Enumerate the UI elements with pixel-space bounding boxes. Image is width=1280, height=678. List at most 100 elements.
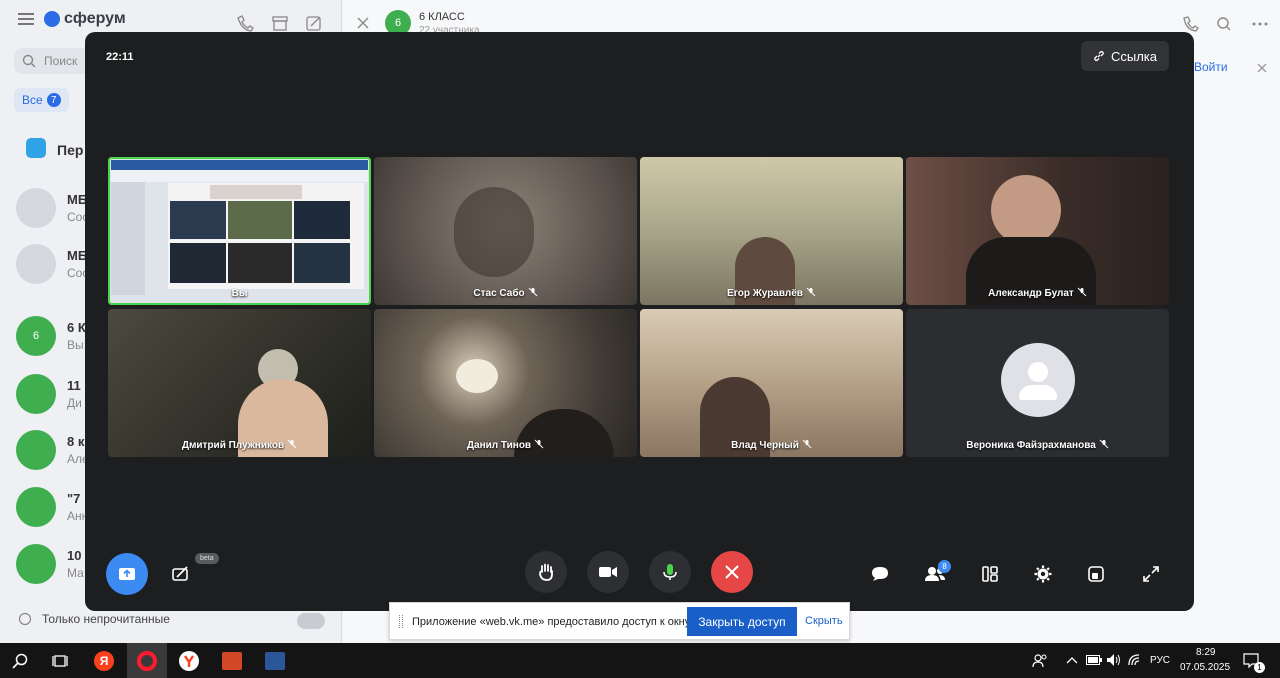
microphone-button[interactable] [649,551,691,593]
hand-icon [539,563,553,581]
yandex-browser-app[interactable] [169,643,209,678]
opera-app[interactable] [127,643,167,678]
participant-name: Егор Журавлёв [640,287,903,299]
participants-button[interactable] [914,553,956,595]
participant-tile-self[interactable]: Вы [108,157,371,305]
call-duration: 22:11 [106,51,134,63]
copy-link-button[interactable]: Ссылка [1080,41,1169,71]
shared-window-ribbon [111,170,368,182]
menu-icon[interactable] [18,13,34,25]
word-app[interactable] [255,643,295,678]
gear-icon [1034,565,1052,583]
archive-icon[interactable] [272,16,288,31]
end-call-button[interactable] [711,551,753,593]
link-icon [1094,50,1104,62]
word-icon [265,651,285,670]
clock-time[interactable]: 8:29 [1196,647,1215,658]
share-screen-icon [119,568,135,580]
chat-title: "7 [67,491,81,506]
yandex-browser-icon [179,650,199,671]
clock-date[interactable]: 07.05.2025 [1180,662,1230,673]
participant-tile[interactable]: Влад Черный [640,309,903,457]
chat-avatar [16,244,56,284]
copy-link-label: Ссылка [1110,48,1157,64]
close-icon [725,565,739,579]
layout-button[interactable] [969,553,1011,595]
chat-button[interactable] [859,553,901,595]
drag-handle[interactable] [399,615,403,628]
search-button[interactable] [0,643,40,678]
wifi-icon[interactable] [1127,653,1141,667]
call-window: 22:11 Ссылка Вы Стас Сабо Егор Журавлёв … [85,32,1194,611]
participant-name-text: Вероника Файзрахманова [966,440,1096,451]
pinned-folder-title[interactable]: Пер [57,142,83,158]
participant-name: Стас Сабо [374,287,637,299]
picture-in-picture-icon [1088,566,1104,582]
volume-icon[interactable] [1106,653,1122,667]
call-controls [85,551,1194,595]
participant-name: Данил Тинов [374,439,637,451]
beta-badge: beta [195,553,219,564]
battery-icon[interactable] [1086,655,1102,665]
yandex-app[interactable]: Я [84,643,124,678]
pinned-folder-icon [26,138,46,158]
slide-photo [170,201,226,239]
mic-off-icon [806,287,816,297]
chevron-up-icon[interactable] [1066,656,1078,664]
slide-photo [228,201,292,239]
chat-preview: Вы: [67,338,87,352]
participants-grid: Вы Стас Сабо Егор Журавлёв Александр Бул… [108,157,1170,459]
close-chat-icon[interactable] [357,17,369,29]
participant-tile[interactable]: Вероника Файзрахманова [906,309,1169,457]
participant-name-text: Влад Черный [731,440,799,451]
shared-slide-thumbnails [111,182,145,295]
participant-name: Влад Черный [640,439,903,451]
close-access-button[interactable]: Закрыть доступ [687,607,797,636]
shared-window-titlebar [111,160,368,170]
raise-hand-button[interactable] [525,551,567,593]
participant-tile[interactable]: Стас Сабо [374,157,637,305]
participant-video-face [991,175,1061,245]
slide-heading [210,185,302,199]
minimize-window-button[interactable] [1075,553,1117,595]
tab-all[interactable]: Все 7 [14,88,69,112]
chat-avatar [16,188,56,228]
search-icon[interactable] [1217,17,1231,31]
mic-off-icon [1099,439,1109,449]
microphone-icon [663,564,677,580]
call-icon[interactable] [1183,16,1199,32]
chat-bubble-icon [18,612,32,626]
participant-tile[interactable]: Дмитрий Плужников [108,309,371,457]
settings-button[interactable] [1022,553,1064,595]
fullscreen-button[interactable] [1130,553,1172,595]
chat-header-actions [1183,16,1268,32]
people-icon[interactable] [1032,653,1048,669]
only-unread-toggle[interactable] [297,613,325,629]
compose-icon[interactable] [306,16,321,31]
fullscreen-icon [1143,566,1159,582]
hide-button[interactable]: Скрыть [805,615,843,627]
slide-photo [170,243,226,283]
participant-tile[interactable]: Егор Журавлёв [640,157,903,305]
participant-tile[interactable]: Данил Тинов [374,309,637,457]
participant-video-figure [454,187,534,277]
camera-button[interactable] [587,551,629,593]
participant-name-text: Стас Сабо [473,288,525,299]
screen-share-notification: Приложение «web.vk.me» предоставило дост… [389,602,850,640]
search-icon [12,653,28,669]
share-screen-button[interactable] [106,553,148,595]
more-icon[interactable] [1252,22,1268,26]
new-call-icon[interactable] [237,15,254,32]
slide-photo [294,243,350,283]
powerpoint-icon [222,651,242,670]
task-view-button[interactable] [40,643,80,678]
participant-tile[interactable]: Александр Булат [906,157,1169,305]
input-language[interactable]: РУС [1150,655,1170,666]
app-logo: сферум [44,10,126,28]
powerpoint-app[interactable] [212,643,252,678]
close-banner-icon[interactable] [1257,63,1267,73]
join-call-button[interactable]: Войти [1194,60,1228,74]
shared-slide [168,183,364,289]
participant-name: Вы [108,288,371,299]
chat-avatar [16,544,56,584]
